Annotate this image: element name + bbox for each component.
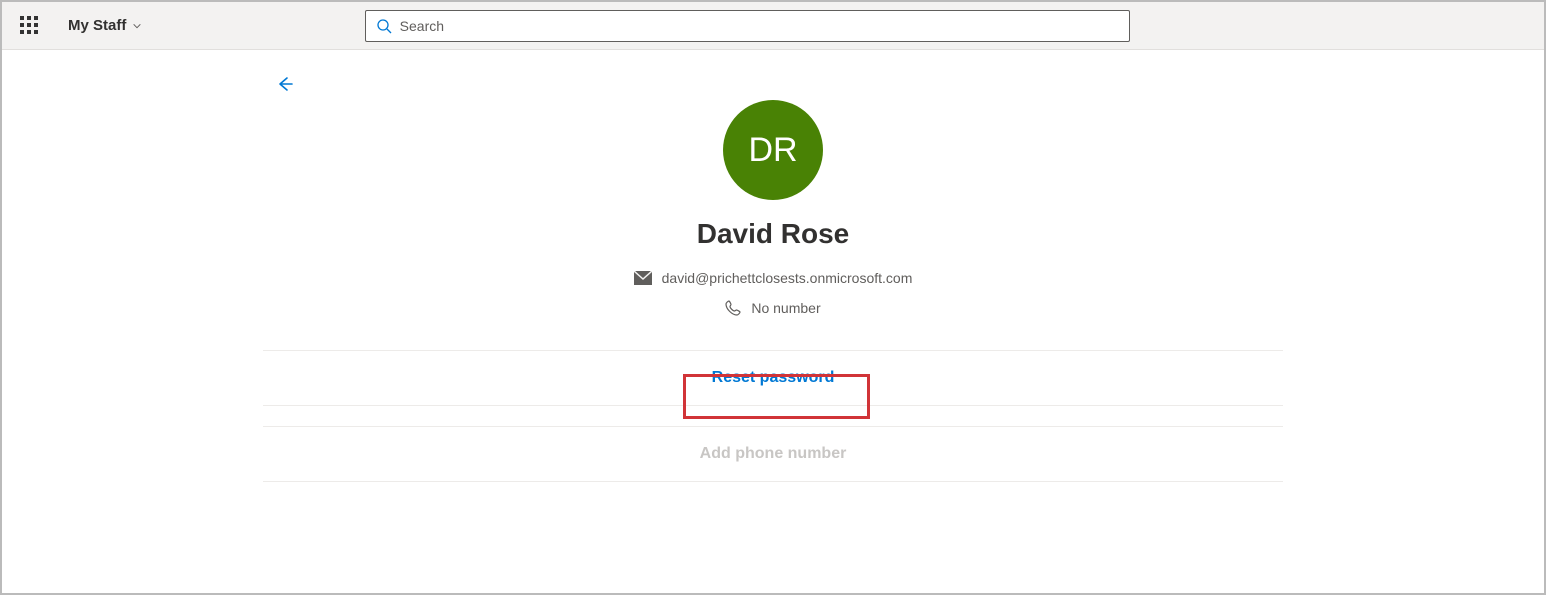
search-icon bbox=[376, 18, 392, 34]
phone-text: No number bbox=[751, 300, 820, 316]
action-list: Reset password Add phone number bbox=[263, 350, 1283, 482]
app-header: My Staff bbox=[2, 2, 1544, 50]
arrow-left-icon bbox=[275, 74, 295, 94]
app-title-text: My Staff bbox=[68, 17, 126, 34]
email-text: david@prichettclosests.onmicrosoft.com bbox=[662, 270, 913, 286]
reset-password-button[interactable]: Reset password bbox=[263, 350, 1283, 406]
avatar: DR bbox=[723, 100, 823, 200]
phone-icon bbox=[725, 300, 741, 316]
email-row: david@prichettclosests.onmicrosoft.com bbox=[634, 270, 913, 286]
phone-row: No number bbox=[725, 300, 820, 316]
back-button[interactable] bbox=[275, 74, 295, 94]
waffle-icon[interactable] bbox=[20, 16, 40, 36]
search-container bbox=[142, 10, 1352, 42]
search-input[interactable] bbox=[400, 18, 1119, 34]
inner-content: DR David Rose david@prichettclosests.onm… bbox=[263, 68, 1283, 502]
person-name: David Rose bbox=[697, 218, 850, 250]
add-phone-button[interactable]: Add phone number bbox=[263, 426, 1283, 482]
app-title-dropdown[interactable]: My Staff bbox=[68, 17, 142, 34]
content-area: DR David Rose david@prichettclosests.onm… bbox=[2, 50, 1544, 502]
add-phone-label: Add phone number bbox=[700, 445, 847, 463]
mail-icon bbox=[634, 271, 652, 285]
reset-password-label: Reset password bbox=[712, 369, 835, 387]
profile-section: DR David Rose david@prichettclosests.onm… bbox=[263, 100, 1283, 330]
chevron-down-icon bbox=[132, 21, 142, 31]
search-box[interactable] bbox=[365, 10, 1130, 42]
